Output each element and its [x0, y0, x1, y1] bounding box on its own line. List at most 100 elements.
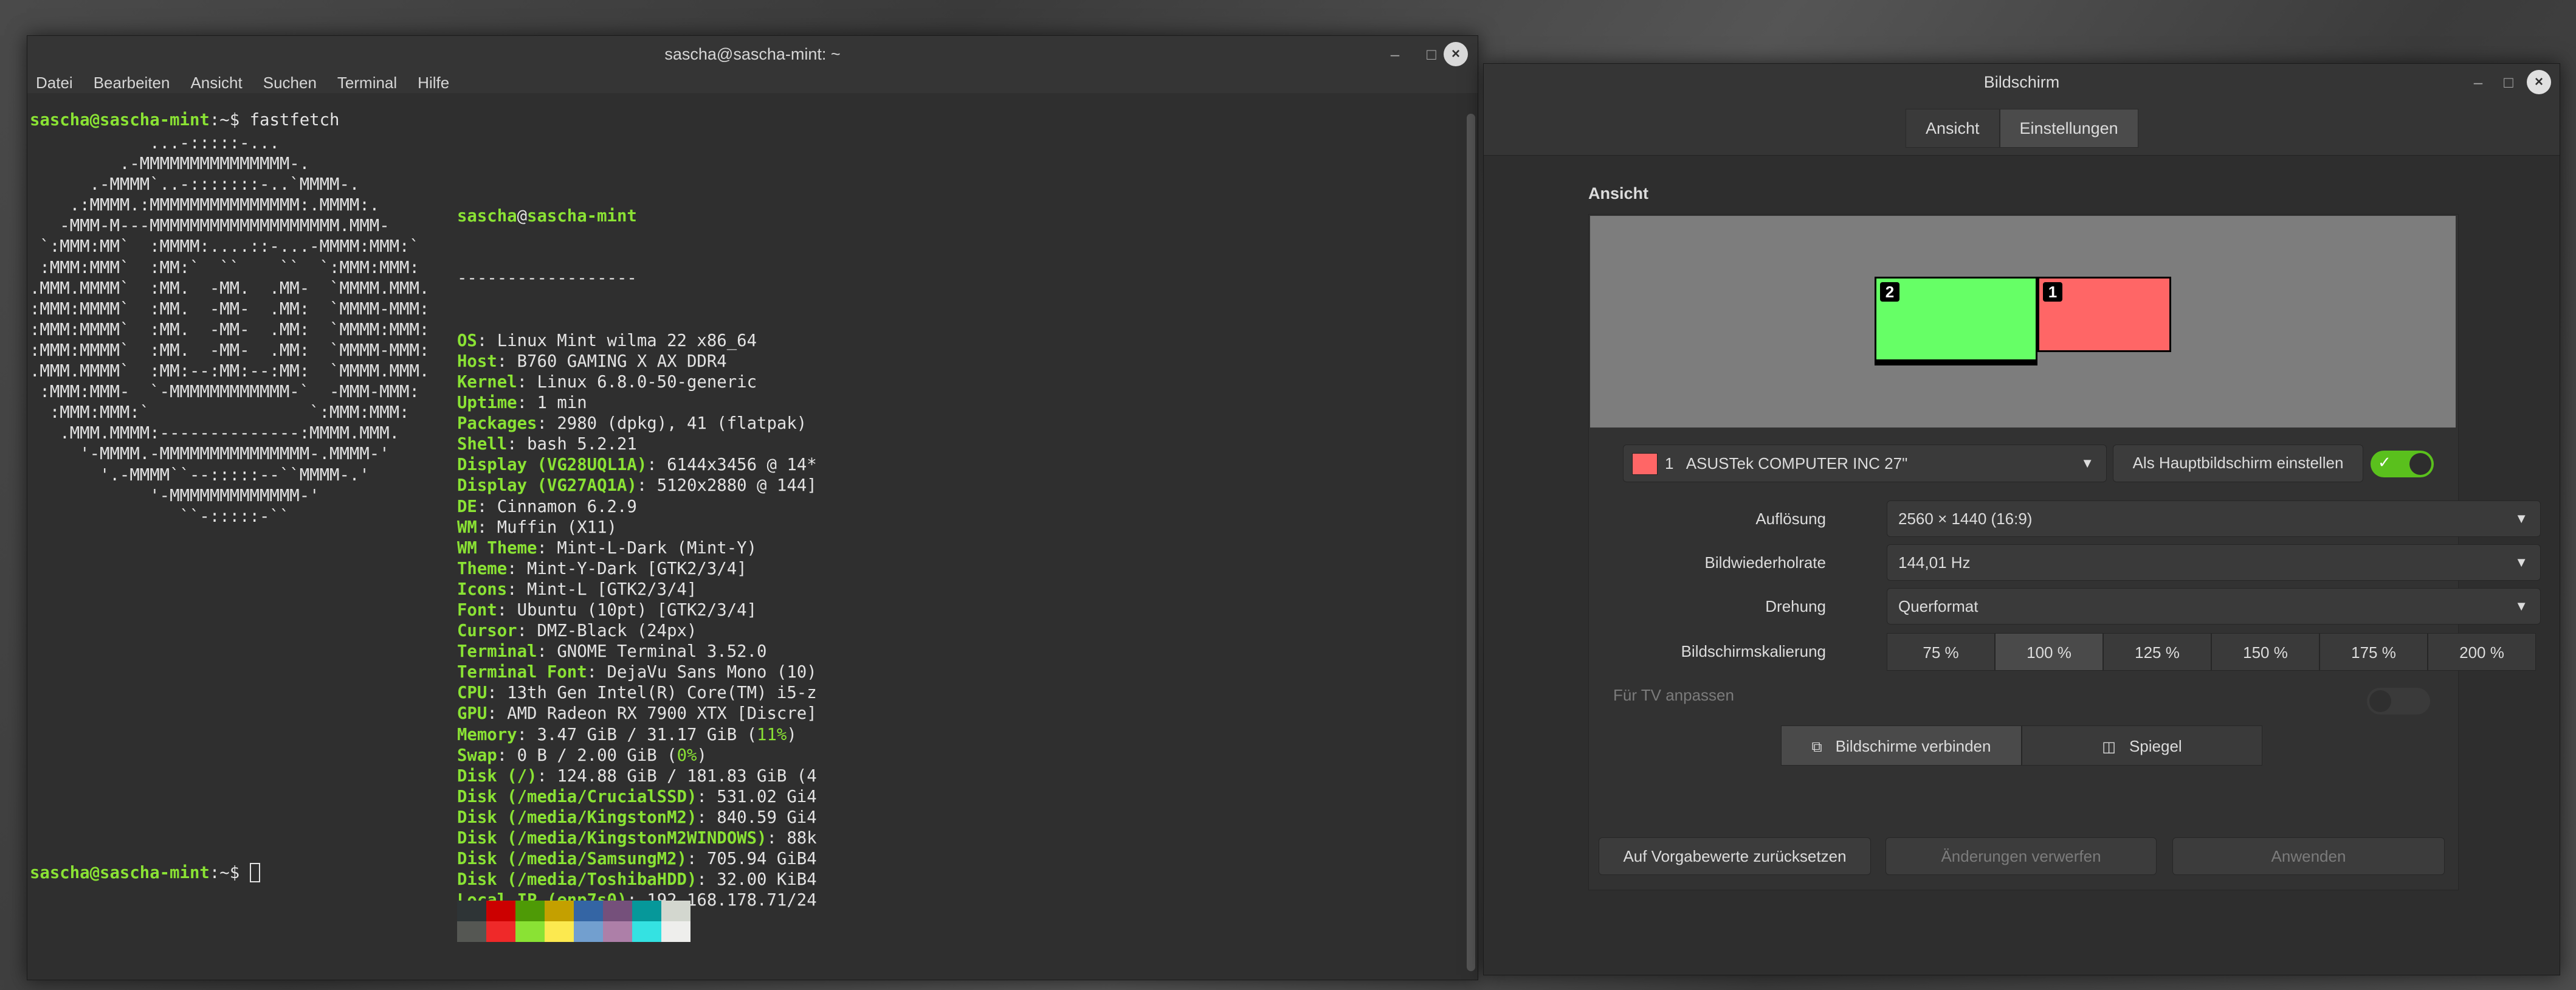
info-line: Disk (/media/SamsungM2): 705.94 GiB4: [457, 850, 817, 869]
logo-line: :MMM:MMM` :MM:` `` `` `:MMM:MMM:: [30, 258, 419, 277]
scale-200-button[interactable]: 200 %: [2428, 633, 2536, 671]
palette-swatch: [486, 921, 515, 942]
check-icon: ✓: [2378, 453, 2391, 471]
menu-bearbeiten[interactable]: Bearbeiten: [94, 74, 170, 92]
scale-75-button[interactable]: 75 %: [1887, 633, 1995, 671]
system-info: sascha@sascha-mint ------------------ OS…: [457, 165, 817, 930]
apply-button[interactable]: Anwenden: [2172, 837, 2445, 875]
logo-line: :MMM:MMMM` :MM. -MM- .MM: `MMMM-MMM:: [30, 299, 430, 319]
scale-125-button[interactable]: 125 %: [2103, 633, 2211, 671]
info-line: Terminal: GNOME Terminal 3.52.0: [457, 642, 767, 662]
info-line: GPU: AMD Radeon RX 7900 XTX [Discre]: [457, 704, 817, 724]
logo-line: .-MMMMMMMMMMMMMMM-.: [30, 154, 310, 174]
reset-defaults-button[interactable]: Auf Vorgabewerte zurücksetzen: [1599, 837, 1871, 875]
logo-line: :MMM:MMMM` :MM. -MM- .MM: `MMMM-MMM:: [30, 341, 430, 360]
discard-changes-button[interactable]: Änderungen verwerfen: [1886, 837, 2157, 875]
terminal-titlebar[interactable]: sascha@sascha-mint: ~ – □ ×: [27, 36, 1478, 72]
logo-line: '-MMMM.-MMMMMMMMMMMMMMM-.MMMM-': [30, 445, 390, 464]
info-line: Disk (/media/CrucialSSD): 531.02 Gi4: [457, 787, 817, 806]
tab-ansicht[interactable]: Ansicht: [1906, 109, 2000, 148]
info-line: Disk (/media/KingstonM2WINDOWS): 88k: [457, 829, 817, 848]
menu-ansicht[interactable]: Ansicht: [190, 74, 242, 92]
scale-150-button[interactable]: 150 %: [2211, 633, 2319, 671]
resolution-combo[interactable]: 2560 × 1440 (16:9) ▼: [1887, 500, 2541, 537]
terminal-window[interactable]: sascha@sascha-mint: ~ – □ × Datei Bearbe…: [27, 35, 1478, 980]
info-line: Shell: bash 5.2.21: [457, 435, 637, 454]
menu-hilfe[interactable]: Hilfe: [418, 74, 449, 92]
palette-swatch: [574, 921, 603, 942]
info-line: Terminal Font: DejaVu Sans Mono (10): [457, 663, 817, 682]
display-titlebar[interactable]: Bildschirm – □ ×: [1484, 64, 2560, 100]
info-line: Host: B760 GAMING X AX DDR4: [457, 351, 727, 371]
palette-swatch: [457, 901, 486, 921]
palette-swatch: [574, 901, 603, 921]
close-icon[interactable]: ×: [1444, 42, 1468, 66]
palette-swatch: [486, 901, 515, 921]
scaling-buttons: 75 % 100 % 125 % 150 % 175 % 200 %: [1887, 633, 2536, 671]
minimize-icon[interactable]: –: [1383, 42, 1407, 66]
info-line: WM Theme: Mint-L-Dark (Mint-Y): [457, 538, 757, 558]
display-settings-window[interactable]: Bildschirm – □ × Ansicht Einstellungen A…: [1483, 63, 2560, 975]
resolution-label: Auflösung: [1755, 510, 1826, 528]
stack-switcher: Ansicht Einstellungen: [1484, 100, 2560, 156]
maximize-icon[interactable]: □: [2496, 70, 2521, 94]
refresh-rate-label: Bildwiederholrate: [1704, 553, 1826, 572]
info-line: Theme: Mint-Y-Dark [GTK2/3/4]: [457, 559, 747, 578]
info-line: Display (VG27AQ1A): 5120x2880 @ 144]: [457, 476, 817, 496]
section-title: Ansicht: [1588, 184, 1649, 202]
monitor-select-value: 1 ASUSTek COMPUTER INC 27": [1665, 454, 1908, 472]
mirror-displays-button[interactable]: ◫ Spiegel: [2022, 725, 2262, 766]
join-displays-button[interactable]: ⧉ Bildschirme verbinden: [1781, 725, 2022, 766]
monitor-select[interactable]: 1 ASUSTek COMPUTER INC 27" ▼: [1623, 445, 2107, 482]
logo-line: `:MMM:MM` :MMMM:....::-...-MMMM:MMM:`: [30, 237, 419, 257]
menu-datei[interactable]: Datei: [36, 74, 73, 92]
rotation-label: Drehung: [1765, 597, 1826, 615]
minimize-icon[interactable]: –: [2466, 70, 2490, 94]
display-panel: 2 1 1 ASUSTek COMPUTER INC 27" ▼ Als Hau…: [1588, 214, 2541, 890]
mint-ascii-logo: ...-:::::-... .-MMMMMMMMMMMMMMM-. .-MMMM…: [30, 133, 429, 527]
color-palette: [457, 901, 690, 942]
rotation-combo[interactable]: Querformat ▼: [1887, 588, 2541, 625]
logo-line: .MMM.MMMM` :MM. -MM. .MM- `MMMM.MMM.: [30, 279, 430, 298]
terminal-scrollbar[interactable]: [1467, 114, 1475, 971]
logo-line: ...-:::::-...: [30, 134, 280, 153]
logo-line: .-MMMM`..-:::::::-..`MMMM-.: [30, 175, 360, 195]
palette-swatch: [515, 901, 545, 921]
info-line: WM: Muffin (X11): [457, 518, 617, 537]
join-displays-icon: ⧉: [1811, 739, 1822, 755]
refresh-rate-combo[interactable]: 144,01 Hz ▼: [1887, 544, 2541, 581]
logo-line: .MMM.MMMM:--------------:MMMM.MMM.: [30, 424, 400, 443]
set-primary-button[interactable]: Als Hauptbildschirm einstellen: [2113, 445, 2363, 482]
info-line: Cursor: DMZ-Black (24px): [457, 621, 697, 641]
command-text: fastfetch: [249, 111, 340, 130]
palette-swatch: [603, 921, 632, 942]
prompt-line-current: sascha@sascha-mint:~$: [30, 863, 260, 884]
info-host-header: sascha@sascha-mint: [457, 207, 637, 226]
scale-175-button[interactable]: 175 %: [2319, 633, 2428, 671]
palette-swatch: [632, 921, 661, 942]
scaling-label: Bildschirmskalierung: [1681, 642, 1826, 660]
tab-einstellungen[interactable]: Einstellungen: [1999, 109, 2138, 148]
palette-swatch: [457, 921, 486, 942]
scale-100-button[interactable]: 100 %: [1995, 633, 2103, 671]
info-line: Display (VG28UQL1A): 6144x3456 @ 14*: [457, 455, 817, 475]
menu-suchen[interactable]: Suchen: [263, 74, 317, 92]
monitor-1-tile[interactable]: 1: [2037, 277, 2171, 352]
palette-swatch: [632, 901, 661, 921]
menu-terminal[interactable]: Terminal: [337, 74, 397, 92]
logo-line: -MMM-M---MMMMMMMMMMMMMMMMMMM.MMM-: [30, 216, 390, 236]
palette-swatch: [603, 901, 632, 921]
palette-swatch: [661, 921, 690, 942]
info-line: Uptime: 1 min: [457, 393, 587, 413]
logo-line: ``-:::::-``: [30, 507, 290, 526]
monitor-2-tile[interactable]: 2: [1875, 277, 2037, 365]
info-line: Swap: 0 B / 2.00 GiB (0%): [457, 746, 707, 765]
tv-fit-toggle[interactable]: [2367, 688, 2430, 715]
close-icon[interactable]: ×: [2527, 70, 2551, 94]
info-line: CPU: 13th Gen Intel(R) Core(TM) i5-z: [457, 684, 817, 703]
maximize-icon[interactable]: □: [1419, 42, 1444, 66]
terminal-output[interactable]: sascha@sascha-mint:~$ fastfetch ...-::::…: [27, 110, 1461, 980]
terminal-menubar: Datei Bearbeiten Ansicht Suchen Terminal…: [27, 72, 1478, 93]
info-line: DE: Cinnamon 6.2.9: [457, 497, 637, 516]
monitor-enabled-toggle[interactable]: ✓: [2371, 451, 2434, 477]
